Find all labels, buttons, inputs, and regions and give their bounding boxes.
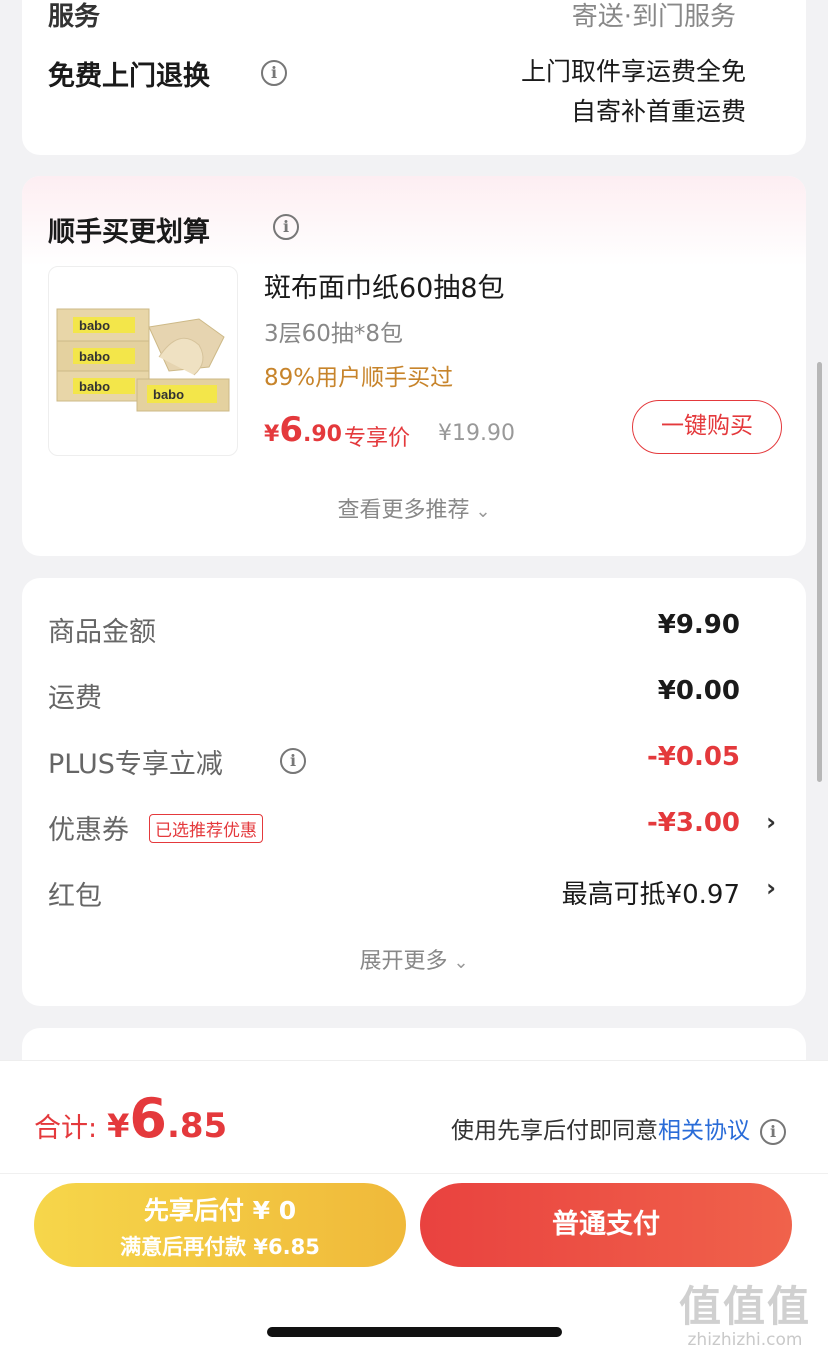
checkout-page: 服务 寄送·到门服务 免费上门退换 i 上门取件享运费全免 自寄补首重运费 顺手… [0, 0, 828, 1353]
info-icon[interactable]: i [280, 748, 306, 774]
coupon-selected-badge: 已选推荐优惠 [149, 814, 263, 843]
info-icon[interactable]: i [760, 1118, 786, 1145]
chevron-down-icon: ⌄ [475, 501, 491, 522]
return-service-card: 服务 寄送·到门服务 免费上门退换 i 上门取件享运费全免 自寄补首重运费 [22, 0, 806, 155]
agreement-prefix: 使用先享后付即同意 [451, 1118, 658, 1144]
goods-amount-label: 商品金额 [48, 617, 156, 648]
info-icon[interactable]: i [261, 60, 287, 86]
coupon-label: 优惠券 [48, 815, 129, 846]
summary-row-shipping: 运费 ¥0.00 [48, 676, 780, 716]
pay-later-line2: 满意后再付款 ¥6.85 [120, 1235, 320, 1259]
checkout-bottom-bar: 合计: ¥6.85 使用先享后付即同意相关协议 i 先享后付 ¥ 0 满意后再付款 … [0, 1060, 828, 1353]
exclusive-price-tag: 专享价 [344, 426, 411, 451]
order-summary-card: 商品金额 ¥9.90 运费 ¥0.00 PLUS专享立减 i -¥0.05 优惠… [22, 578, 806, 1006]
summary-row-plus: PLUS专享立减 i -¥0.05 [48, 742, 780, 782]
chevron-down-icon: ⌄ [453, 952, 469, 973]
total-label: 合计: [34, 1113, 98, 1144]
expand-more-label: 展开更多 [359, 949, 448, 974]
recommend-title: 顺手买更划算 [48, 217, 210, 248]
summary-row-redpacket[interactable]: 红包 最高可抵¥0.97 › [48, 874, 780, 914]
total-yen: ¥ [107, 1107, 130, 1145]
product-name[interactable]: 斑布面巾纸60抽8包 [264, 266, 505, 305]
tissue-box-image: babo babo babo babo [56, 308, 230, 412]
expand-more-link[interactable]: 展开更多 ⌄ [22, 943, 806, 975]
pay-later-line1: 先享后付 ¥ 0 [143, 1196, 297, 1225]
return-desc-line1: 上门取件享运费全免 [520, 57, 746, 86]
home-indicator[interactable] [267, 1327, 562, 1337]
red-packet-label: 红包 [48, 881, 102, 912]
site-watermark: 值值值 zhizhizhi.com [670, 1273, 820, 1350]
price-yen: ¥ [264, 422, 280, 447]
summary-row-coupon[interactable]: 优惠券 已选推荐优惠 -¥3.00 › [48, 808, 780, 848]
brand-logo-text: babo [153, 387, 184, 402]
brand-logo-text: babo [79, 318, 110, 333]
recommend-card: 顺手买更划算 i babo babo babo babo 斑布面巾纸60抽8包 [22, 176, 806, 556]
summary-row-goods: 商品金额 ¥9.90 [48, 610, 780, 650]
one-click-buy-button[interactable]: 一键购买 [632, 400, 782, 454]
goods-amount-value: ¥9.90 [657, 610, 740, 640]
service-cut-label: 服务 [48, 2, 101, 32]
normal-pay-button[interactable]: 普通支付 [420, 1183, 792, 1267]
shipping-label: 运费 [48, 683, 102, 714]
red-packet-value: 最高可抵¥0.97 [561, 880, 740, 910]
brand-logo-text: babo [79, 349, 110, 364]
price-int: 6 [279, 410, 303, 450]
info-icon[interactable]: i [273, 214, 299, 240]
plus-discount-label: PLUS专享立减 [48, 749, 223, 780]
total-int: 6 [129, 1087, 167, 1150]
chevron-right-icon: › [766, 874, 776, 902]
chevron-right-icon: › [766, 808, 776, 836]
brand-logo-text: babo [79, 379, 110, 394]
agreement-text: 使用先享后付即同意相关协议 i [451, 1111, 786, 1145]
product-image[interactable]: babo babo babo babo [48, 266, 238, 456]
shipping-value: ¥0.00 [657, 676, 740, 706]
product-bought-ratio: 89%用户顺手买过 [264, 365, 454, 391]
more-recommend-link[interactable]: 查看更多推荐 ⌄ [22, 492, 806, 524]
coupon-value: -¥3.00 [646, 808, 740, 838]
total-dec: .85 [166, 1106, 228, 1146]
total-amount: 合计: ¥6.85 [34, 1087, 227, 1150]
divider [0, 1173, 828, 1174]
scrollbar[interactable] [817, 362, 822, 782]
service-cut-value: 寄送·到门服务 [571, 2, 736, 32]
more-recommend-label: 查看更多推荐 [337, 498, 470, 523]
return-desc-line2: 自寄补首重运费 [570, 97, 746, 126]
watermark-site: zhizhizhi.com [687, 1330, 803, 1350]
price-dec: .90 [302, 422, 342, 447]
agreement-link[interactable]: 相关协议 [658, 1118, 750, 1144]
free-return-title: 免费上门退换 [48, 61, 210, 92]
product-price: ¥6.90 [264, 410, 342, 450]
product-spec: 3层60抽*8包 [264, 321, 404, 347]
original-price: ¥19.90 [438, 421, 515, 446]
watermark-logo: 值值值 [678, 1282, 811, 1331]
plus-discount-value: -¥0.05 [646, 742, 740, 772]
pay-later-button[interactable]: 先享后付 ¥ 0 满意后再付款 ¥6.85 [34, 1183, 406, 1267]
